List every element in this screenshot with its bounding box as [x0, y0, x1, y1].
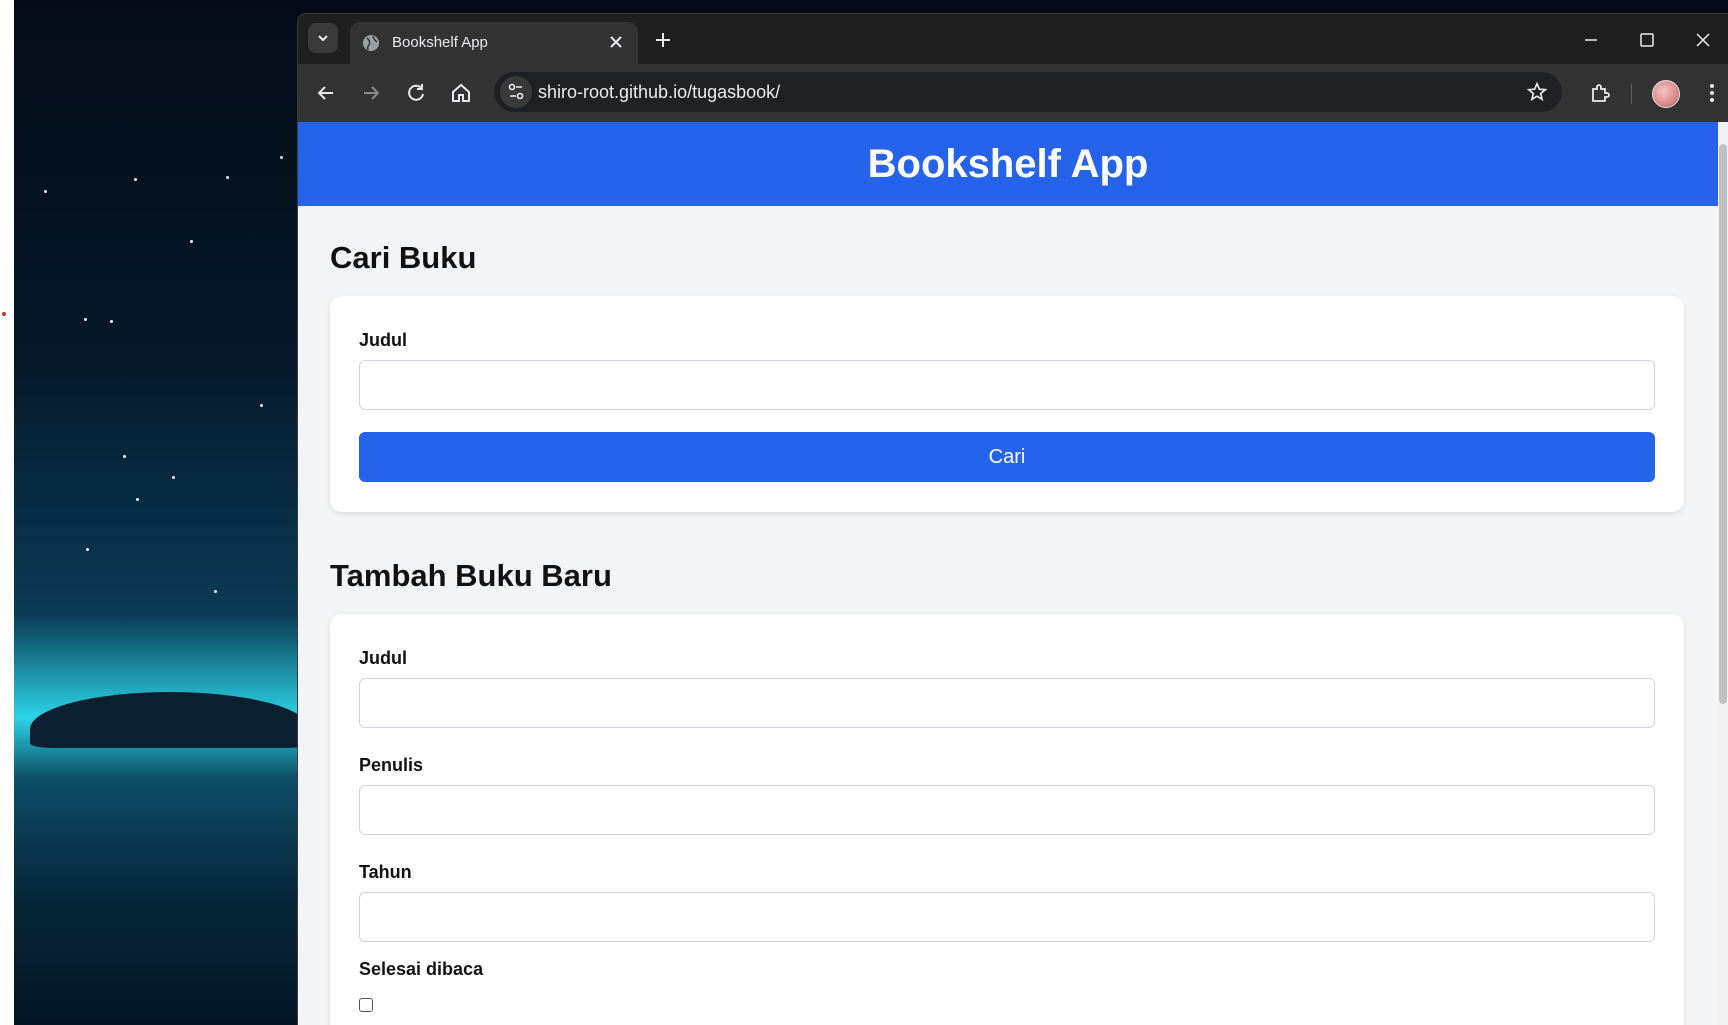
chevron-down-icon — [318, 35, 328, 42]
home-icon[interactable] — [449, 81, 473, 105]
page-scrollbar[interactable] — [1718, 122, 1728, 1025]
bookmark-star-icon[interactable] — [1526, 81, 1548, 103]
close-window-icon[interactable] — [1693, 30, 1713, 50]
book-finished-label: Selesai dibaca — [359, 959, 484, 979]
url-text: shiro-root.github.io/tugasbook/ — [538, 82, 781, 102]
search-title-label: Judul — [359, 330, 407, 350]
tab-search-button[interactable] — [308, 23, 338, 53]
page-viewport: Bookshelf App Cari Buku Judul Cari Tamba… — [298, 122, 1718, 1025]
tune-icon — [508, 83, 524, 100]
desktop-edge — [0, 0, 14, 1025]
app-header: Bookshelf App — [298, 122, 1718, 206]
search-button[interactable]: Cari — [359, 432, 1655, 482]
add-book-card: Judul Penulis Tahun Selesai dibaca — [330, 614, 1684, 1025]
extensions-icon[interactable] — [1588, 81, 1612, 105]
book-author-input[interactable] — [359, 785, 1655, 835]
minimize-icon[interactable] — [1581, 30, 1601, 50]
tab-bookshelf-app[interactable]: Bookshelf App — [350, 22, 638, 64]
wallpaper-dot — [2, 312, 6, 316]
app-title: Bookshelf App — [867, 141, 1149, 186]
book-year-label: Tahun — [359, 862, 412, 882]
forward-icon[interactable] — [359, 81, 383, 105]
scrollbar-thumb[interactable] — [1719, 144, 1727, 704]
search-title-input[interactable] — [359, 360, 1655, 410]
search-card: Judul Cari — [330, 296, 1684, 512]
tab-title: Bookshelf App — [392, 34, 488, 51]
wallpaper-island — [30, 692, 310, 748]
book-title-label: Judul — [359, 648, 407, 668]
globe-icon — [363, 35, 379, 51]
book-year-input[interactable] — [359, 892, 1655, 942]
book-finished-checkbox[interactable] — [359, 998, 373, 1012]
new-tab-icon[interactable] — [651, 28, 675, 52]
more-menu-icon[interactable] — [1700, 81, 1724, 105]
search-heading: Cari Buku — [330, 240, 477, 275]
add-book-heading: Tambah Buku Baru — [330, 558, 612, 593]
back-icon[interactable] — [314, 81, 338, 105]
close-tab-icon[interactable] — [606, 32, 626, 52]
browser-window: Bookshelf App shiro-root.github.io/tugas… — [298, 14, 1728, 1025]
reload-icon[interactable] — [404, 81, 428, 105]
address-bar[interactable]: shiro-root.github.io/tugasbook/ — [494, 72, 1562, 112]
site-info-button[interactable] — [500, 76, 532, 108]
tab-strip: Bookshelf App — [298, 14, 1728, 64]
browser-toolbar: shiro-root.github.io/tugasbook/ — [298, 64, 1728, 122]
profile-avatar[interactable] — [1652, 80, 1680, 108]
book-author-label: Penulis — [359, 755, 424, 775]
toolbar-divider — [1631, 84, 1632, 104]
maximize-icon[interactable] — [1637, 30, 1657, 50]
book-title-input[interactable] — [359, 678, 1655, 728]
